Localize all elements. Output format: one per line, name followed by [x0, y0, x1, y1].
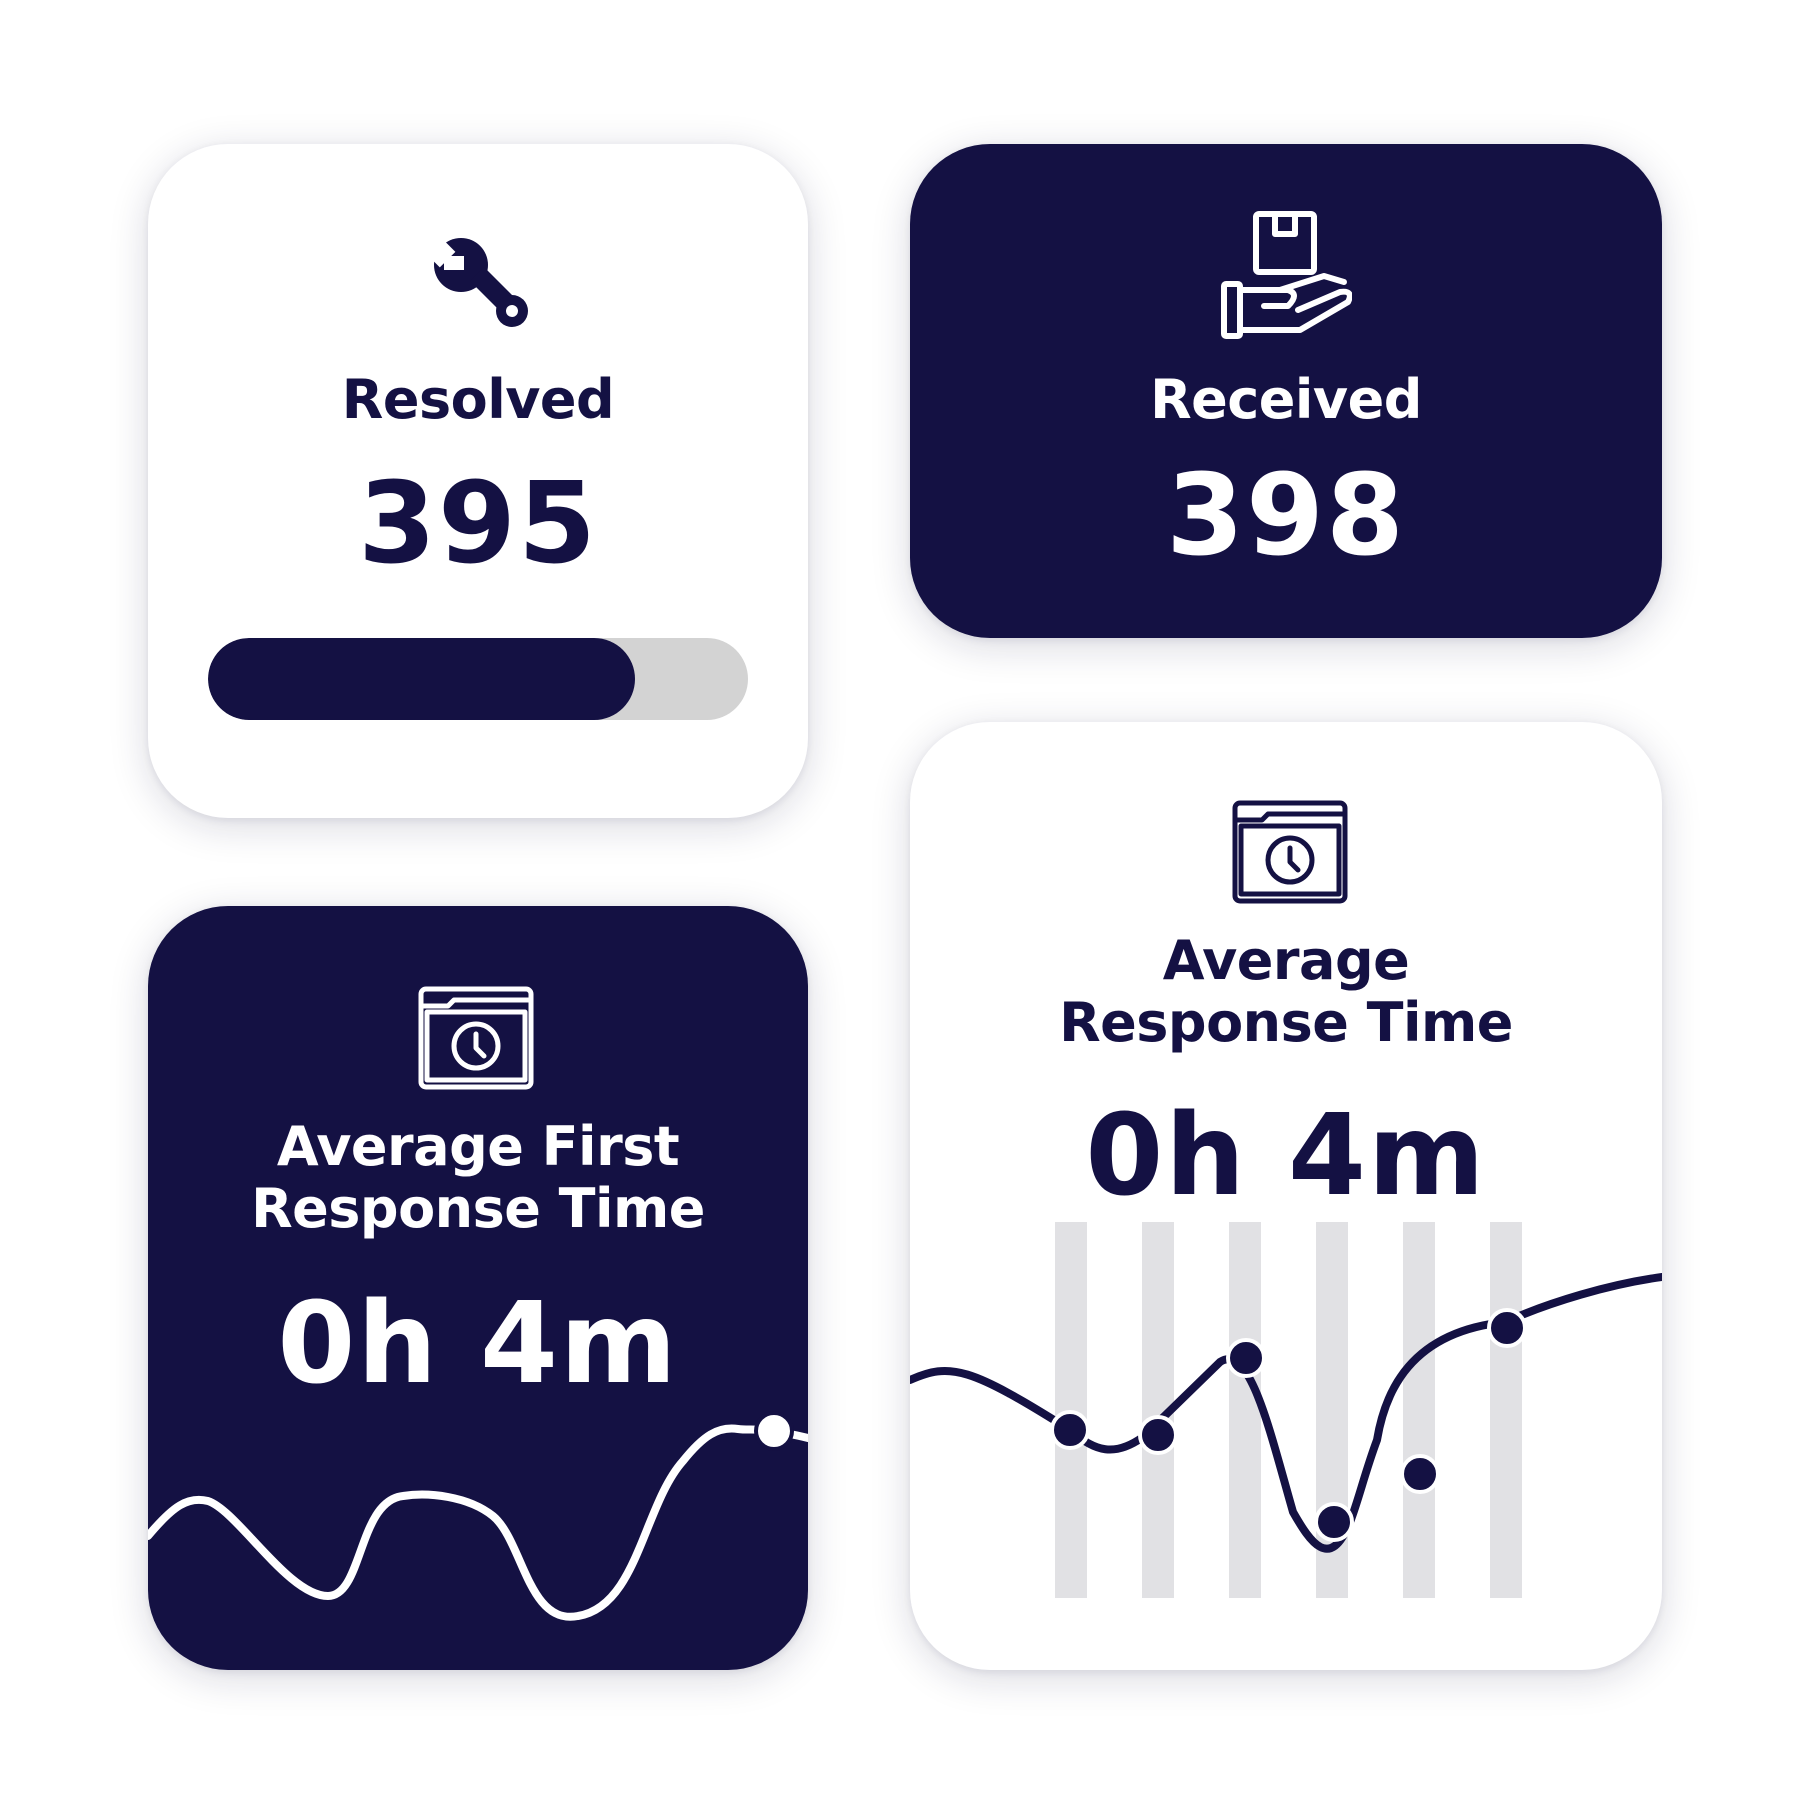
response-time-point: [1226, 1338, 1266, 1378]
average-response-time-value: 0h 4m: [1085, 1091, 1487, 1221]
chart-column-stripe: [1055, 1222, 1087, 1598]
received-label: Received: [1150, 368, 1422, 431]
resolved-progress-bar: [208, 638, 748, 720]
response-time-point: [1400, 1454, 1440, 1494]
chart-column-stripe: [1403, 1222, 1435, 1598]
resolved-count: 395: [358, 459, 598, 589]
average-response-time-label-line2: Response Time: [1059, 991, 1513, 1054]
response-time-trend-line: [910, 1273, 1662, 1553]
response-time-point: [1050, 1410, 1090, 1450]
average-first-response-time-card[interactable]: Average First Response Time 0h 4m: [148, 906, 808, 1670]
chart-column-stripe: [1490, 1222, 1522, 1598]
clock-window-icon: [1232, 800, 1348, 904]
response-time-point: [1138, 1415, 1178, 1455]
response-time-point: [1487, 1308, 1527, 1348]
first-response-trend-point: [754, 1411, 794, 1451]
hand-holding-box-icon: [1221, 211, 1352, 339]
chart-column-stripe: [1229, 1222, 1261, 1598]
resolved-card[interactable]: Resolved 395: [148, 144, 808, 818]
resolved-progress-fill: [208, 638, 635, 720]
first-response-trend-chart: [148, 1411, 808, 1621]
received-count: 398: [1166, 451, 1406, 581]
first-response-trend-line: [148, 1424, 808, 1621]
average-response-time-card[interactable]: Average Response Time 0h 4m: [910, 722, 1662, 1670]
received-card[interactable]: Received 398: [910, 144, 1662, 638]
resolved-label: Resolved: [341, 368, 615, 431]
wrench-icon: [424, 230, 528, 327]
average-response-time-label-line1: Average: [1162, 929, 1410, 992]
response-time-point: [1314, 1502, 1354, 1542]
